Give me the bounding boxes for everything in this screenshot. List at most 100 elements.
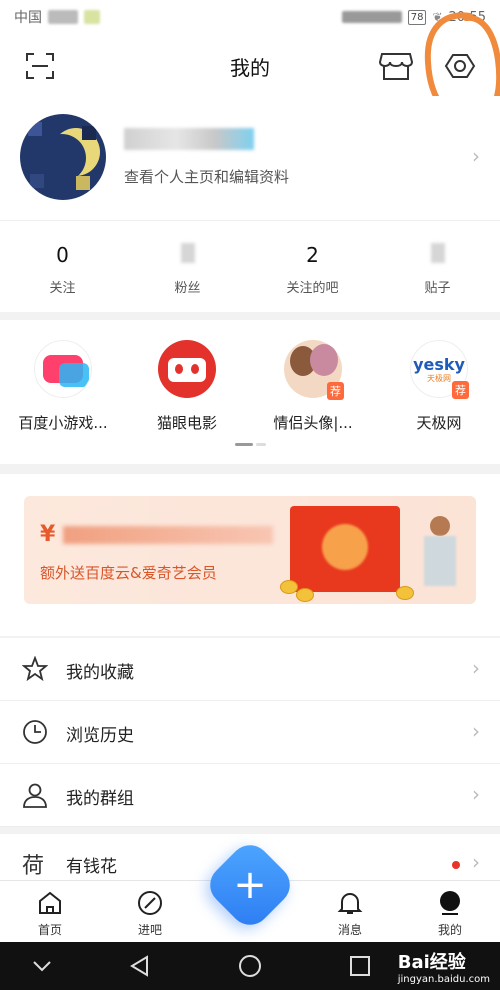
stat-following[interactable]: 0 关注 xyxy=(0,221,125,312)
avatar-pixel xyxy=(28,122,42,136)
yesky-logo: yesky xyxy=(413,355,465,374)
tab-label: 我的 xyxy=(437,923,462,937)
home-nav-button[interactable] xyxy=(236,952,264,980)
app-label: 猫眼电影 xyxy=(156,414,217,432)
chevron-right-icon: › xyxy=(472,719,480,743)
person-icon xyxy=(23,783,47,808)
avatar[interactable] xyxy=(20,114,106,200)
mine-icon xyxy=(440,891,460,915)
moon-graphic xyxy=(38,134,86,182)
stat-fans[interactable]: 粉丝 xyxy=(125,221,250,312)
star-icon xyxy=(22,656,48,682)
store-icon xyxy=(379,53,413,80)
profile-card[interactable]: 查看个人主页和编辑资料 › xyxy=(0,96,500,220)
page-indicator xyxy=(0,443,500,446)
menu-item-groups[interactable]: 我的群组 › xyxy=(0,764,500,827)
recommend-badge: 荐 xyxy=(327,382,344,400)
stat-followed-bars[interactable]: 2 关注的吧 xyxy=(250,221,375,312)
tab-mine[interactable]: 我的 xyxy=(420,889,480,938)
tab-label: 进吧 xyxy=(137,923,162,937)
promo-banner[interactable]: ¥ 额外送百度云&爱奇艺会员 xyxy=(24,496,476,604)
app-label: 天极网 xyxy=(416,414,462,432)
banner-subtitle: 额外送百度云&爱奇艺会员 xyxy=(40,564,217,582)
app-label: 情侣头像|... xyxy=(273,414,353,432)
banner-section: ¥ 额外送百度云&爱奇艺会员 xyxy=(0,474,500,636)
tab-label: 首页 xyxy=(37,923,62,937)
home-icon xyxy=(39,891,61,914)
menu-list: 我的收藏 › 浏览历史 › 我的群组 › xyxy=(0,638,500,827)
banner-headline-blurred xyxy=(62,526,273,544)
red-envelope-graphic xyxy=(290,506,400,592)
bell-icon xyxy=(337,893,363,914)
stat-label: 关注的吧 xyxy=(286,281,339,296)
menu-item-favorites[interactable]: 我的收藏 › xyxy=(0,638,500,701)
app-baidu-games[interactable]: 百度小游戏... xyxy=(8,340,118,433)
plus-icon: + xyxy=(233,862,267,908)
gamepad-icon xyxy=(34,340,92,398)
back-triangle-icon xyxy=(130,955,148,977)
coin-graphic xyxy=(396,586,414,600)
chevron-down-icon xyxy=(33,961,51,972)
store-button[interactable] xyxy=(378,48,414,84)
app-root: 中国 78 ❦ 20:55 我的 查看个人主页和编辑资料 › 0 关注 粉丝 2… xyxy=(0,0,500,990)
collapse-button[interactable] xyxy=(28,952,56,980)
chevron-right-icon: › xyxy=(472,850,480,874)
avatar-pixel xyxy=(82,126,96,140)
person-graphic xyxy=(420,516,460,594)
stat-value: 0 xyxy=(56,243,69,267)
menu-label: 有钱花 xyxy=(66,857,117,877)
chevron-right-icon: › xyxy=(472,144,480,168)
recents-button[interactable] xyxy=(346,952,374,980)
banner-currency: ¥ xyxy=(40,522,56,547)
back-button[interactable] xyxy=(126,952,154,980)
clock-icon xyxy=(23,720,47,744)
app-label: 百度小游戏... xyxy=(18,414,108,432)
yesky-icon: yesky 天极网 荐 xyxy=(410,340,469,399)
stat-label: 关注 xyxy=(49,281,76,296)
menu-item-history[interactable]: 浏览历史 › xyxy=(0,701,500,764)
avatar-pixel xyxy=(76,176,90,190)
stat-label: 粉丝 xyxy=(174,281,201,296)
recommend-badge: 荐 xyxy=(452,381,469,399)
stat-label: 贴子 xyxy=(424,281,451,296)
menu-label: 我的收藏 xyxy=(66,663,134,683)
chevron-right-icon: › xyxy=(472,656,480,680)
notification-icon xyxy=(84,10,100,24)
bottom-tab-bar: 首页 进吧 + 消息 我的 xyxy=(0,836,500,942)
carrier-text: 中国 xyxy=(14,10,42,26)
system-nav-bar: Bai经验 jingyan.baidu.com xyxy=(0,942,500,990)
couple-avatar-icon: 荐 xyxy=(284,340,344,400)
home-circle-icon xyxy=(239,955,261,977)
notification-dot xyxy=(452,861,460,869)
recent-apps: 百度小游戏... 猫眼电影 荐 情侣头像|... yesky 天极网 荐 天极网 xyxy=(0,320,500,464)
coin-graphic xyxy=(296,588,314,602)
chevron-right-icon: › xyxy=(472,782,480,806)
avatar-pixel xyxy=(30,174,44,188)
app-maoyan[interactable]: 猫眼电影 xyxy=(132,340,242,433)
signal-blur xyxy=(48,10,78,24)
tab-messages[interactable]: 消息 xyxy=(320,889,380,938)
network-icons xyxy=(341,11,402,23)
app-yesky[interactable]: yesky 天极网 荐 天极网 xyxy=(384,340,494,433)
square-icon xyxy=(350,956,370,976)
coin-graphic xyxy=(280,580,298,594)
tab-label: 消息 xyxy=(337,923,362,937)
watermark-url: jingyan.baidu.com xyxy=(397,974,490,985)
tab-home[interactable]: 首页 xyxy=(20,889,80,938)
money-icon: 荷 xyxy=(22,854,45,879)
menu-label: 我的群组 xyxy=(66,789,134,809)
cat-icon xyxy=(158,340,216,398)
username-blurred xyxy=(124,128,254,150)
stat-posts[interactable]: 贴子 xyxy=(375,221,500,312)
app-couple-avatar[interactable]: 荐 情侣头像|... xyxy=(258,340,368,433)
stats-row: 0 关注 粉丝 2 关注的吧 贴子 xyxy=(0,220,500,312)
compass-icon xyxy=(138,891,162,915)
stat-value: 2 xyxy=(306,243,319,267)
stat-value-blurred xyxy=(430,243,445,269)
tab-enter-bar[interactable]: 进吧 xyxy=(120,889,180,938)
watermark-brand: Bai经验 xyxy=(397,952,466,973)
menu-label: 浏览历史 xyxy=(66,726,134,746)
watermark: Bai经验 jingyan.baidu.com xyxy=(398,948,490,985)
banner-headline: ¥ xyxy=(40,522,273,547)
stat-value-blurred xyxy=(180,243,195,269)
